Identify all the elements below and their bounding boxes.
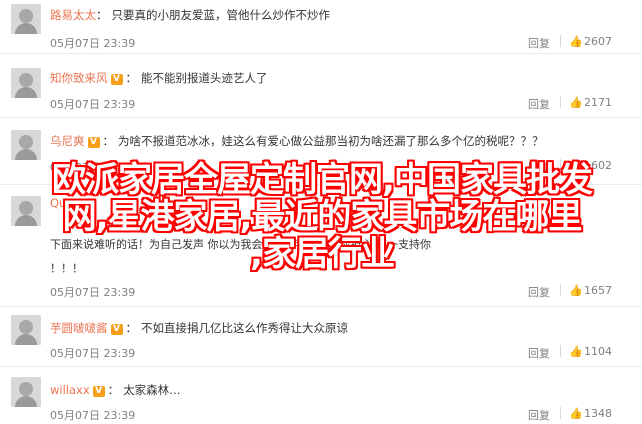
verified-badge-icon: V: [87, 137, 100, 148]
comment-line: 芋圆啵啵酱 V：不如直接捐几亿比这么作秀得让大众原谅: [50, 321, 348, 335]
reply-button[interactable]: 回复: [528, 407, 550, 423]
overlay-watermark-text: 欧派家居全屋定制官网,中国家具批发 网,星港家居,最近的家具市场在哪里 ,家居行…: [4, 162, 640, 273]
watermark-line: 网,星港家居,最近的家具市场在哪里: [62, 197, 583, 237]
divider: [560, 284, 561, 296]
comment-line: 乌尼爽 V：为啥不报道范冰冰，娃这么有爱心做公益那当初为啥还漏了那么多个亿的税呢？…: [50, 134, 544, 148]
like-count: 2607: [584, 35, 612, 48]
comment-text: 太家森林…: [123, 383, 181, 397]
verified-badge-icon: V: [110, 324, 123, 335]
comment-text: 不如直接捐几亿比这么作秀得让大众原谅: [141, 321, 348, 335]
like-count: 1104: [584, 345, 612, 358]
thumbs-up-icon: 👍: [569, 407, 583, 420]
thumbs-up-icon: 👍: [569, 35, 583, 48]
watermark-line: 欧派家居全屋定制官网,中国家具批发: [52, 160, 593, 200]
comment-item: 路易太太： 只要真的小朋友爱蓝，管他什么炒作不炒作 05月07日 23:39 回复…: [0, 0, 642, 54]
divider: [560, 345, 561, 357]
timestamp: 05月07日 23:39: [50, 286, 136, 299]
timestamp: 05月07日 23:39: [50, 98, 136, 111]
verified-badge-icon: V: [92, 386, 105, 397]
like-button[interactable]: 👍2171: [569, 96, 612, 109]
avatar[interactable]: [11, 377, 41, 407]
thumbs-up-icon: 👍: [569, 345, 583, 358]
comment-item: willaxx V：太家森林… 05月07日 23:39 回复 👍1348: [0, 368, 642, 424]
thumbs-up-icon: 👍: [569, 96, 583, 109]
like-button[interactable]: 👍1104: [569, 345, 612, 358]
username[interactable]: 芋圆啵啵酱: [50, 321, 108, 335]
timestamp: 05月07日 23:39: [50, 409, 136, 422]
reply-button[interactable]: 回复: [528, 35, 550, 51]
username[interactable]: 乌尼爽: [50, 134, 85, 148]
verified-badge-icon: V: [110, 74, 123, 85]
comment-item: 知你致来风 V：能不能别报道头迹艺人了 05月07日 23:39 回复 👍2171: [0, 60, 642, 118]
avatar[interactable]: [11, 130, 41, 160]
timestamp: 05月07日 23:39: [50, 347, 136, 360]
like-count: 1348: [584, 407, 612, 420]
comment-text: 为啥不报道范冰冰，娃这么有爱心做公益那当初为啥还漏了那么多个亿的税呢？？？: [118, 134, 544, 148]
comment-item: 芋圆啵啵酱 V：不如直接捐几亿比这么作秀得让大众原谅 05月07日 23:39 回…: [0, 306, 642, 367]
divider: [560, 35, 561, 47]
divider: [560, 96, 561, 108]
comment-text: 只要真的小朋友爱蓝，: [111, 8, 227, 22]
username[interactable]: 知你致来风: [50, 71, 108, 85]
timestamp: 05月07日 23:39: [50, 37, 136, 50]
like-button[interactable]: 👍1657: [569, 284, 612, 297]
username[interactable]: willaxx: [50, 383, 90, 397]
comment-text: 能不能别报道头迹艺人了: [141, 71, 268, 85]
username[interactable]: 路易太太: [50, 8, 96, 22]
comment-line: 知你致来风 V：能不能别报道头迹艺人了: [50, 71, 268, 85]
like-button[interactable]: 👍2607: [569, 35, 612, 48]
like-count: 2171: [584, 96, 612, 109]
reply-button[interactable]: 回复: [528, 96, 550, 112]
avatar[interactable]: [11, 68, 41, 98]
reply-button[interactable]: 回复: [528, 284, 550, 300]
avatar[interactable]: [11, 315, 41, 345]
divider: [560, 407, 561, 419]
like-count: 1657: [584, 284, 612, 297]
watermark-line: ,家居行业: [250, 234, 395, 274]
weibo-comments-screenshot: { "comments": [ {"user":"路易太太","text":"只…: [0, 0, 642, 424]
thumbs-up-icon: 👍: [569, 284, 583, 297]
reply-button[interactable]: 回复: [528, 345, 550, 361]
like-button[interactable]: 👍1348: [569, 407, 612, 420]
comment-line: willaxx V：太家森林…: [50, 383, 181, 397]
avatar[interactable]: [11, 4, 41, 34]
comment-text-tail: 管他什么炒作不炒作: [226, 8, 331, 22]
comment-line: 路易太太： 只要真的小朋友爱蓝，管他什么炒作不炒作: [50, 8, 331, 22]
